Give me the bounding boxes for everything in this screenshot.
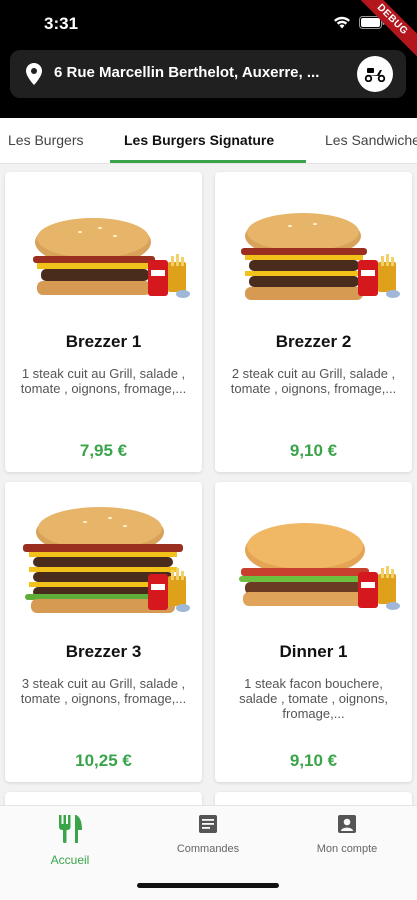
status-icons: [333, 16, 385, 29]
burger-image: [23, 507, 190, 613]
product-price: 10,25 €: [75, 751, 132, 770]
nav-commandes[interactable]: Commandes: [153, 814, 263, 855]
product-description: 3 steak cuit au Grill, salade , tomate ,…: [20, 676, 187, 706]
nav-label: Accueil: [50, 853, 90, 867]
active-tab-indicator: [110, 160, 306, 163]
product-price: 7,95 €: [79, 441, 128, 460]
tab-les-burgers[interactable]: Les Burgers: [8, 132, 83, 148]
product-card-brezzer-3[interactable]: Brezzer 3 3 steak cuit au Grill, salade …: [5, 482, 202, 782]
app-header: 3:31 DEBUG 6 Rue Marcellin Berthelot, Au…: [0, 0, 417, 118]
product-description: 2 steak cuit au Grill, salade , tomate ,…: [230, 366, 397, 396]
product-description: 1 steak facon bouchere, salade , tomate …: [239, 676, 388, 721]
address-bar[interactable]: 6 Rue Marcellin Berthelot, Auxerre, ...: [10, 50, 406, 98]
status-time: 3:31: [44, 14, 79, 33]
burger-image: [33, 218, 190, 298]
fork-knife-icon: [59, 815, 82, 843]
product-card-dinner-1[interactable]: Dinner 1 1 steak facon bouchere, salade …: [215, 482, 412, 782]
delivery-address: 6 Rue Marcellin Berthelot, Auxerre, ...: [54, 64, 320, 81]
nav-mon-compte[interactable]: Mon compte: [292, 814, 402, 855]
tab-les-sandwiches[interactable]: Les Sandwiches: [325, 132, 417, 148]
burger-image: [239, 523, 400, 610]
nav-label: Mon compte: [316, 843, 378, 855]
receipt-icon: [199, 815, 217, 833]
product-name: Brezzer 1: [65, 332, 142, 351]
product-price: 9,10 €: [289, 751, 338, 770]
burger-image: [241, 213, 400, 300]
nav-accueil[interactable]: Accueil: [15, 814, 125, 867]
product-card-brezzer-2[interactable]: Brezzer 2 2 steak cuit au Grill, salade …: [215, 172, 412, 472]
product-card-brezzer-1[interactable]: Brezzer 1 1 steak cuit au Grill, salade …: [5, 172, 202, 472]
wifi-icon: [334, 16, 350, 29]
home-indicator: [137, 883, 279, 888]
category-tabs: Les Burgers Les Burgers Signature Les Sa…: [0, 118, 417, 164]
delivery-mode-button[interactable]: [357, 56, 393, 92]
product-name: Dinner 1: [279, 642, 348, 661]
account-icon: [338, 815, 356, 833]
product-price: 9,10 €: [289, 441, 338, 460]
product-name: Brezzer 3: [65, 642, 142, 661]
location-pin-icon: [26, 63, 42, 85]
product-name: Brezzer 2: [275, 332, 352, 351]
scooter-icon: [364, 68, 386, 82]
nav-label: Commandes: [176, 843, 240, 855]
product-description: 1 steak cuit au Grill, salade , tomate ,…: [20, 366, 187, 396]
tab-les-burgers-signature[interactable]: Les Burgers Signature: [124, 132, 274, 148]
